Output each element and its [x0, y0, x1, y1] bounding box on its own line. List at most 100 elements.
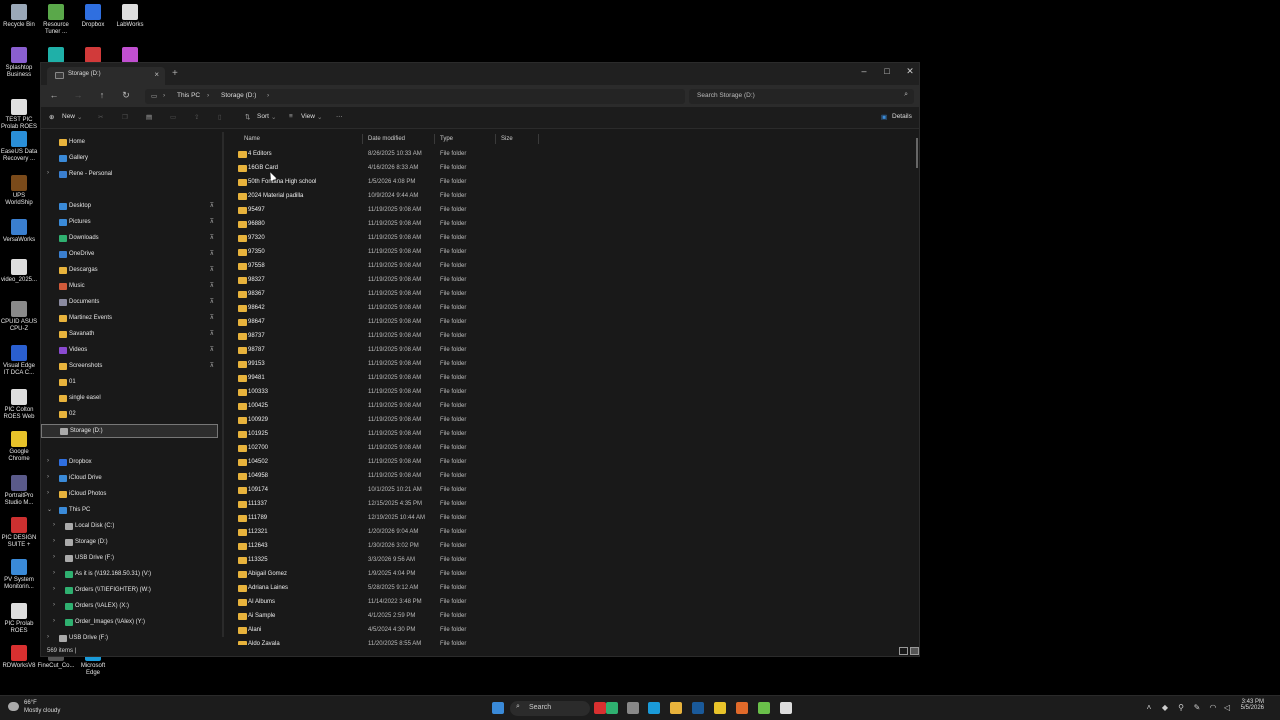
sidebar-item-descargas[interactable]: Descargas ⊼: [41, 264, 218, 278]
file-row-97320[interactable]: 97320 11/19/2025 9:08 AM File folder: [228, 232, 538, 246]
desktop-icon-ups-worldship[interactable]: UPS WorldShip: [0, 175, 38, 207]
breadcrumb-storage-d[interactable]: Storage (D:): [221, 92, 256, 99]
chevron-right-icon[interactable]: ›: [53, 618, 55, 624]
app-red-icon[interactable]: [594, 702, 606, 714]
paste-icon[interactable]: ▤: [146, 113, 152, 121]
pin-icon[interactable]: ⊼: [210, 234, 214, 241]
tab-storage-d[interactable]: Storage (D:) ×: [47, 67, 165, 85]
desktop-icon-cpuid-asus-cpu-z[interactable]: CPUID ASUS CPU-Z: [0, 301, 38, 333]
desktop-icon-test-pic-prolab-roes[interactable]: TEST PIC Prolab ROES: [0, 99, 38, 131]
file-row-100425[interactable]: 100425 11/19/2025 9:08 AM File folder: [228, 400, 538, 414]
file-row-104958[interactable]: 104958 11/19/2025 9:08 AM File folder: [228, 470, 538, 484]
delete-icon[interactable]: ▯: [218, 113, 222, 121]
sidebar-item-as-it-is-192-168-50-31-v[interactable]: › As it is (\\192.168.50.31) (V:): [41, 568, 218, 582]
sidebar-item-home[interactable]: Home: [41, 136, 218, 150]
sidebar-item-orders-tiefighter-w[interactable]: › Orders (\\TIEFIGHTER) (W:): [41, 584, 218, 598]
desktop-icon-pic-colton-roes-web[interactable]: PIC Colton ROES Web: [0, 389, 38, 421]
chevron-right-icon[interactable]: ›: [53, 570, 55, 576]
volume-icon[interactable]: ◁: [1221, 703, 1233, 712]
navigation-pane-scrollbar[interactable]: [222, 132, 224, 637]
sidebar-item-onedrive[interactable]: OneDrive ⊼: [41, 248, 218, 262]
file-row-2024-material-padilla[interactable]: 2024 Material padilla 10/9/2024 9:44 AM Fi…: [228, 190, 538, 204]
file-list-scrollbar[interactable]: [916, 138, 918, 168]
chevron-right-icon[interactable]: ›: [47, 490, 49, 496]
back-button[interactable]: ←: [47, 90, 61, 100]
details-view-button[interactable]: [899, 647, 908, 655]
desktop-icon-versaworks[interactable]: VersaWorks: [0, 219, 38, 244]
desktop-icon-resource-tuner[interactable]: Resource Tuner ...: [37, 4, 75, 36]
file-row-112643[interactable]: 112643 1/30/2026 3:02 PM File folder: [228, 540, 538, 554]
column-header-name[interactable]: Name: [244, 136, 260, 142]
desktop-icon-pic-design-suite[interactable]: PIC DESIGN SUITE +: [0, 517, 38, 549]
file-row-ai-sample[interactable]: Ai Sample 4/1/2025 2:59 PM File folder: [228, 610, 538, 624]
desktop-icon-portraitpro-studio-m[interactable]: PortraitPro Studio M...: [0, 475, 38, 507]
column-header-size[interactable]: Size: [501, 136, 513, 142]
file-row-111337[interactable]: 111337 12/15/2025 4:35 PM File folder: [228, 498, 538, 512]
rename-icon[interactable]: ▭: [170, 113, 176, 121]
file-row-98737[interactable]: 98737 11/19/2025 9:08 AM File folder: [228, 330, 538, 344]
breadcrumb-this-pc[interactable]: This PC: [177, 92, 200, 99]
sort-button[interactable]: Sort: [257, 113, 269, 120]
column-divider[interactable]: [538, 134, 539, 144]
pin-icon[interactable]: ⊼: [210, 298, 214, 305]
chrome-icon[interactable]: [714, 702, 726, 714]
large-icons-view-button[interactable]: [910, 647, 919, 655]
pin-icon[interactable]: ⊼: [210, 346, 214, 353]
desktop-icon-google-chrome[interactable]: Google Chrome: [0, 431, 38, 463]
sidebar-item-screenshots[interactable]: Screenshots ⊼: [41, 360, 218, 374]
sidebar-item-02[interactable]: 02: [41, 408, 218, 422]
start-icon[interactable]: [492, 702, 504, 714]
file-row-99153[interactable]: 99153 11/19/2025 9:08 AM File folder: [228, 358, 538, 372]
pin-icon[interactable]: ⊼: [210, 250, 214, 257]
chevron-right-icon[interactable]: ›: [47, 458, 49, 464]
copy-icon[interactable]: ❐: [122, 113, 128, 121]
dropbox-tray-icon[interactable]: ◆: [1159, 703, 1171, 712]
pin-icon[interactable]: ⊼: [210, 218, 214, 225]
desktop-icon-splashtop-business[interactable]: Splashtop Business: [0, 47, 38, 79]
minimize-button[interactable]: –: [853, 66, 875, 76]
column-divider[interactable]: [434, 134, 435, 144]
details-button[interactable]: Details: [892, 113, 912, 120]
chevron-right-icon[interactable]: ›: [53, 538, 55, 544]
chevron-right-icon[interactable]: ›: [47, 474, 49, 480]
sidebar-item-01[interactable]: 01: [41, 376, 218, 390]
column-header-type[interactable]: Type: [440, 136, 453, 142]
sidebar-item-dropbox[interactable]: › Dropbox: [41, 456, 218, 470]
desktop-icon-easeus-data-recovery[interactable]: EaseUS Data Recovery ...: [0, 131, 38, 163]
sidebar-item-order-images-alex-y[interactable]: › Order_Images (\\Alex) (Y:): [41, 616, 218, 630]
sidebar-item-storage-d[interactable]: › Storage (D:): [41, 536, 218, 550]
sidebar-item-downloads[interactable]: Downloads ⊼: [41, 232, 218, 246]
file-row-98647[interactable]: 98647 11/19/2025 9:08 AM File folder: [228, 316, 538, 330]
file-row-111789[interactable]: 111789 12/19/2025 10:44 AM File folder: [228, 512, 538, 526]
desktop-icon-rdworksv8[interactable]: RDWorksV8: [0, 645, 38, 670]
sidebar-item-gallery[interactable]: Gallery: [41, 152, 218, 166]
chevron-right-icon[interactable]: ›: [47, 170, 49, 176]
desktop-icon-visual-edge-it-dca-c[interactable]: Visual Edge IT DCA C...: [0, 345, 38, 377]
chevron-right-icon[interactable]: ›: [53, 522, 55, 528]
desktop-icon-pic-prolab-roes[interactable]: PIC Prolab ROES: [0, 603, 38, 635]
sidebar-item-desktop[interactable]: Desktop ⊼: [41, 200, 218, 214]
sidebar-item-orders-alex-x[interactable]: › Orders (\\ALEX) (X:): [41, 600, 218, 614]
pin-icon[interactable]: ⊼: [210, 330, 214, 337]
file-row-96880[interactable]: 96880 11/19/2025 9:08 AM File folder: [228, 218, 538, 232]
app-lime-icon[interactable]: [758, 702, 770, 714]
new-tab-button[interactable]: +: [172, 68, 178, 79]
column-header-date-modified[interactable]: Date modified: [368, 136, 405, 142]
file-row-104502[interactable]: 104502 11/19/2025 9:08 AM File folder: [228, 456, 538, 470]
column-divider[interactable]: [362, 134, 363, 144]
close-button[interactable]: ✕: [899, 66, 921, 77]
refresh-button[interactable]: ↻: [119, 90, 133, 101]
file-row-113325[interactable]: 113325 3/3/2026 9:56 AM File folder: [228, 554, 538, 568]
search-input[interactable]: Search Storage (D:) ⌕: [689, 89, 914, 104]
sidebar-item-pictures[interactable]: Pictures ⊼: [41, 216, 218, 230]
new-button[interactable]: New: [62, 113, 75, 120]
file-row-97558[interactable]: 97558 11/19/2025 9:08 AM File folder: [228, 260, 538, 274]
address-bar[interactable]: ▭ › This PC › Storage (D:) ›: [145, 89, 685, 104]
view-button[interactable]: View: [301, 113, 315, 120]
desktop-icon-dropbox[interactable]: Dropbox: [74, 4, 112, 29]
file-row-109174[interactable]: 109174 10/1/2025 10:21 AM File folder: [228, 484, 538, 498]
tab-close-icon[interactable]: ×: [154, 70, 159, 79]
up-button[interactable]: ↑: [95, 90, 109, 100]
sidebar-item-music[interactable]: Music ⊼: [41, 280, 218, 294]
file-row-alani[interactable]: Alani 4/5/2024 4:30 PM File folder: [228, 624, 538, 638]
